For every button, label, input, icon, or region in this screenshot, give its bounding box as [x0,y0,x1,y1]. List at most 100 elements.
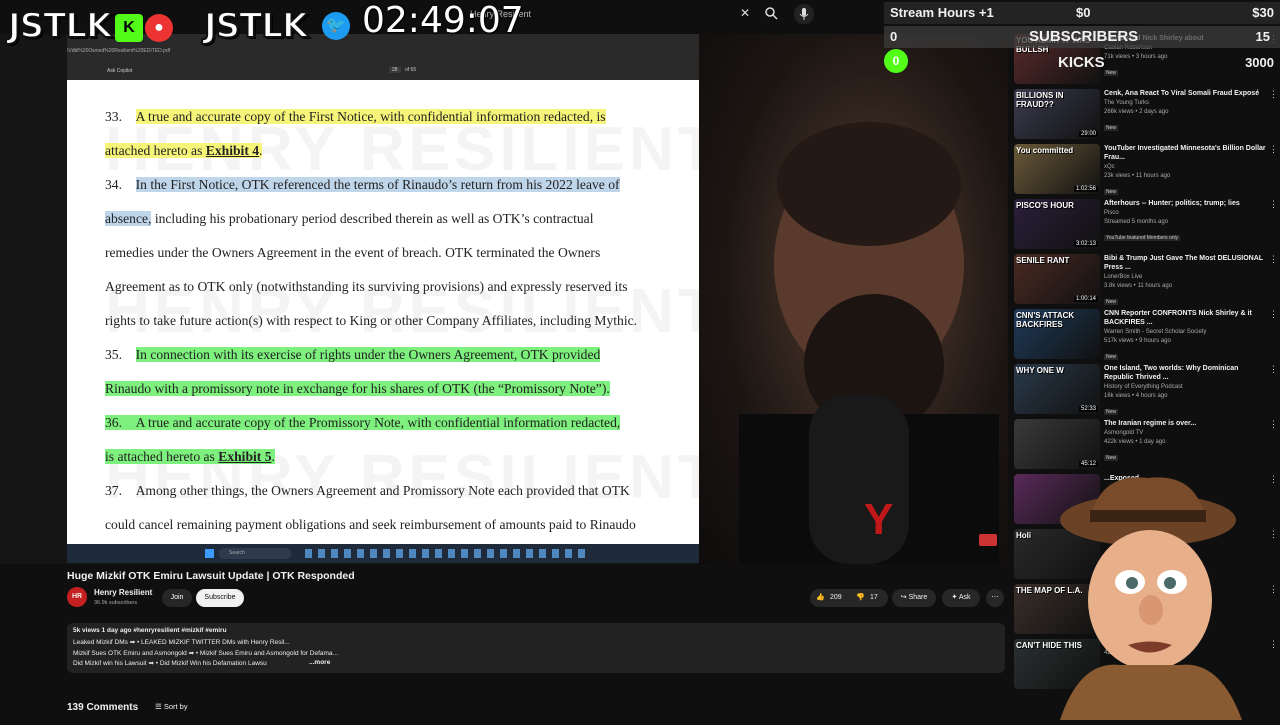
para-number: 35. [105,347,122,362]
video-title[interactable]: Afterhours -- Hunter; politics; trump; l… [1104,199,1266,208]
stream-hours-progress: $0 [1076,5,1091,20]
new-badge: New [1104,455,1119,461]
video-thumbnail[interactable]: You committed 1:02:56 [1014,144,1100,194]
video-thumbnail[interactable]: SENILE RANT 1:00:14 [1014,254,1100,304]
video-title[interactable]: YouTuber Investigated Minnesota's Billio… [1104,144,1266,162]
video-thumbnail[interactable]: CNN'S ATTACK BACKFIRES [1014,309,1100,359]
para-text: In connection with its exercise of right… [135,347,601,362]
sort-icon: ☰ [155,702,162,711]
video-title[interactable]: Cenk, Ana React To Viral Somali Fraud Ex… [1104,89,1266,98]
kicks-count: 0 [884,49,908,73]
video-text: CNN Reporter CONFRONTS Nick Shirley & it… [1104,309,1266,363]
related-video-item[interactable]: You committed 1:02:56 YouTuber Investigate… [1014,142,1278,198]
related-video-item[interactable]: SENILE RANT 1:00:14 Bibi & Trump Just Gave… [1014,252,1278,308]
channel-avatar[interactable]: HR [67,587,87,607]
svg-text:Y: Y [864,495,893,544]
show-more-link[interactable]: ...more [309,659,330,666]
channel-name[interactable]: Henry Resilient [94,588,152,597]
paragraph-36: 36. A true and accurate copy of the Prom… [105,414,679,432]
sort-by-button[interactable]: ☰ Sort by [155,702,188,711]
kicks-row: 0 KICKS 3000 [884,49,1280,74]
para-text: is attached hereto as [105,449,215,464]
description-line: Leaked Mizkif DMs ➡ • LEAKED MIZKIF TWIT… [73,639,290,646]
video-thumbnail[interactable]: WHY ONE W 52:33 [1014,364,1100,414]
more-options-icon[interactable]: ⋮ [1269,364,1278,375]
description-line: Mizkif Sues OTK Emiru and Asmongold ➡ • … [73,650,338,657]
join-button[interactable]: Join [162,589,192,607]
para-text: In the First Notice, OTK referenced the … [135,177,620,192]
pdf-path: \Vdbl%20Owned%20Resilient%20EDITED.pdf [67,48,171,54]
page-total: of 65 [405,67,417,73]
more-options-icon[interactable]: ⋮ [1269,89,1278,100]
video-title[interactable]: CNN Reporter CONFRONTS Nick Shirley & it… [1104,309,1266,327]
new-badge: New [1104,299,1119,305]
para-text: A true and accurate copy of the First No… [135,109,606,124]
record-icon: ● [145,14,173,42]
paragraph-33: 33. A true and accurate copy of the Firs… [105,108,679,126]
related-video-item[interactable]: BILLIONS IN FRAUD?? 29:00 Cenk, Ana React … [1014,87,1278,143]
related-video-item[interactable]: PISCO'S HOUR 3:02:13 Afterhours -- Hunter;… [1014,197,1278,253]
new-badge: New [1104,409,1119,415]
more-options-icon[interactable]: ⋮ [1269,309,1278,320]
video-text: One Island, Two worlds: Why Dominican Re… [1104,364,1266,418]
taskbar-app-icons [305,549,585,558]
video-meta: Streamed 5 months ago [1104,219,1169,225]
like-icon[interactable]: 👍 [816,589,825,607]
more-options-icon[interactable]: ⋮ [1269,144,1278,155]
exhibit-link: Exhibit 5 [218,449,272,464]
video-channel[interactable]: The Young Turks [1104,98,1266,108]
video-channel[interactable]: History of Everything Podcast [1104,382,1266,392]
related-video-item[interactable]: CNN'S ATTACK BACKFIRES CNN Reporter CONFR… [1014,307,1278,363]
para-text: Rinaudo with a promissory note in exchan… [105,381,610,396]
stream-logo-left: JSTLK [7,5,113,47]
stream-timer: 02:49:07 [362,0,524,41]
streamer-silhouette: Y [739,122,999,564]
video-thumbnail[interactable]: 45:12 [1014,419,1100,469]
share-button[interactable]: ↪ Share [892,589,936,607]
video-title[interactable]: Bibi & Trump Just Gave The Most DELUSION… [1104,254,1266,272]
mic-icon[interactable] [794,4,814,24]
video-text: Bibi & Trump Just Gave The Most DELUSION… [1104,254,1266,308]
dislike-icon[interactable]: 👎 [856,589,865,607]
paragraph-37-b: could cancel remaining payment obligatio… [105,517,636,532]
dislike-count[interactable]: 17 [870,589,878,607]
video-text: Afterhours -- Hunter; politics; trump; l… [1104,199,1266,244]
video-meta: 16k views • 4 hours ago [1104,393,1168,399]
video-channel[interactable]: Warren Smith - Secret Scholar Society [1104,327,1266,337]
related-video-item[interactable]: 45:12 The Iranian regime is over... Asmong… [1014,417,1278,473]
video-meta: 422k views • 1 day ago [1104,439,1166,445]
windows-start-icon [205,549,214,558]
ask-button[interactable]: ✦ Ask [942,589,980,607]
twitter-icon: 🐦 [322,12,350,40]
video-text: The Iranian regime is over... Asmongold T… [1104,419,1266,464]
more-options-icon[interactable]: ⋮ [1269,419,1278,430]
stream-hours-label: Stream Hours +1 [890,5,994,20]
search-icon[interactable] [764,6,778,20]
sort-label: Sort by [163,702,188,711]
thumbnail-text: BILLIONS IN FRAUD?? [1016,91,1064,109]
clear-search-icon[interactable]: ✕ [740,6,750,20]
para-text: including his probationary period descri… [154,211,594,226]
video-channel[interactable]: xQc [1104,162,1266,172]
sparkle-icon: ✦ [951,594,958,601]
more-options-icon[interactable]: ⋮ [1269,199,1278,210]
video-channel[interactable]: Pisco [1104,208,1266,218]
paragraph-35: 35. In connection with its exercise of r… [105,346,679,364]
video-meta: 23k views • 11 hours ago [1104,173,1171,179]
more-actions-icon[interactable]: ⋯ [986,589,1004,607]
video-channel[interactable]: LonerBox Live [1104,272,1266,282]
video-title[interactable]: One Island, Two worlds: Why Dominican Re… [1104,364,1266,382]
para-text: Among other things, the Owners Agreement… [135,483,630,498]
share-label: Share [908,594,928,601]
video-channel[interactable]: Asmongold TV [1104,428,1266,438]
related-video-item[interactable]: WHY ONE W 52:33 One Island, Two worlds: Wh… [1014,362,1278,418]
video-thumbnail[interactable]: PISCO'S HOUR 3:02:13 [1014,199,1100,249]
description-box[interactable]: 5k views 1 day ago #henryresilient #mizk… [67,623,1005,673]
like-count[interactable]: 209 [830,589,842,607]
video-thumbnail[interactable]: BILLIONS IN FRAUD?? 29:00 [1014,89,1100,139]
video-title[interactable]: The Iranian regime is over... [1104,419,1266,428]
more-options-icon[interactable]: ⋮ [1269,254,1278,265]
comments-count: 139 Comments [67,702,139,713]
subscribe-button[interactable]: Subscribe [196,589,244,607]
para-number: 37. [105,483,122,498]
